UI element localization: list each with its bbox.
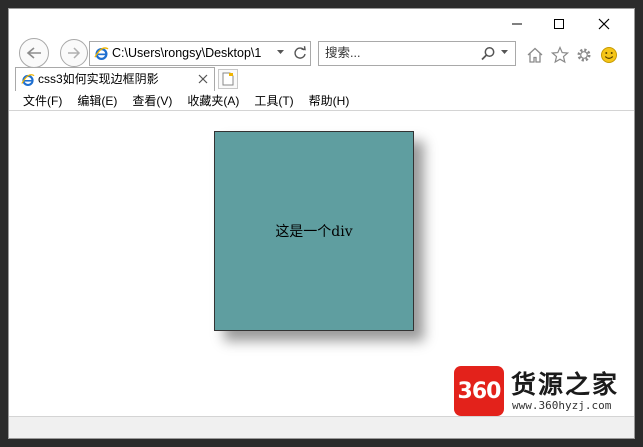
- forward-button[interactable]: [60, 39, 88, 67]
- close-tab-icon[interactable]: [198, 74, 208, 84]
- maximize-button[interactable]: [536, 9, 582, 39]
- address-url: C:\Users\rongsy\Desktop\1: [112, 46, 262, 60]
- favorites-button[interactable]: [550, 45, 570, 65]
- tab-bar: css3如何实现边框阴影: [9, 67, 634, 91]
- search-box[interactable]: 搜索...: [318, 41, 516, 66]
- chevron-down-icon[interactable]: [276, 49, 285, 55]
- forward-arrow-icon: [68, 47, 81, 59]
- tab-title: css3如何实现边框阴影: [38, 72, 159, 86]
- watermark-logo: 360: [454, 366, 504, 416]
- tab-active[interactable]: css3如何实现边框阴影: [15, 67, 215, 91]
- search-placeholder: 搜索...: [325, 46, 361, 60]
- close-icon: [598, 18, 610, 30]
- ie-logo-icon: [21, 74, 35, 87]
- address-bar[interactable]: C:\Users\rongsy\Desktop\1: [89, 41, 311, 66]
- chevron-down-icon[interactable]: [500, 49, 509, 55]
- home-icon: [527, 47, 543, 63]
- new-tab-icon: [222, 72, 234, 86]
- back-arrow-icon: [26, 47, 41, 59]
- watermark: 360 货源之家 www.360hyzj.com: [454, 362, 640, 420]
- menu-tools[interactable]: 工具(T): [254, 92, 293, 110]
- maximize-icon: [554, 19, 564, 29]
- menu-view[interactable]: 查看(V): [132, 92, 172, 110]
- shadow-box-text: 这是一个div: [275, 224, 353, 240]
- title-bar: [9, 9, 634, 39]
- tools-button[interactable]: [574, 45, 594, 65]
- menu-help[interactable]: 帮助(H): [309, 92, 350, 110]
- smiley-icon: [601, 47, 617, 63]
- minimize-button[interactable]: [494, 9, 540, 39]
- back-button[interactable]: [19, 38, 49, 68]
- star-icon: [551, 46, 569, 64]
- close-button[interactable]: [581, 9, 627, 39]
- refresh-icon[interactable]: [293, 46, 307, 60]
- minimize-icon: [512, 23, 522, 25]
- shadow-box-div: 这是一个div: [214, 131, 414, 331]
- menu-edit[interactable]: 编辑(E): [77, 92, 117, 110]
- navigation-bar: C:\Users\rongsy\Desktop\1 搜索...: [9, 37, 634, 71]
- feedback-button[interactable]: [599, 45, 619, 65]
- watermark-name: 货源之家: [511, 370, 620, 399]
- search-icon[interactable]: [480, 46, 496, 62]
- ie-logo-icon: [94, 47, 109, 60]
- new-tab-button[interactable]: [218, 69, 238, 89]
- menu-favorites[interactable]: 收藏夹(A): [187, 92, 239, 110]
- menu-bar: 文件(F) 编辑(E) 查看(V) 收藏夹(A) 工具(T) 帮助(H): [9, 91, 634, 111]
- home-button[interactable]: [525, 45, 545, 65]
- menu-file[interactable]: 文件(F): [23, 92, 62, 110]
- gear-icon: [577, 48, 591, 62]
- watermark-url: www.360hyzj.com: [512, 399, 612, 412]
